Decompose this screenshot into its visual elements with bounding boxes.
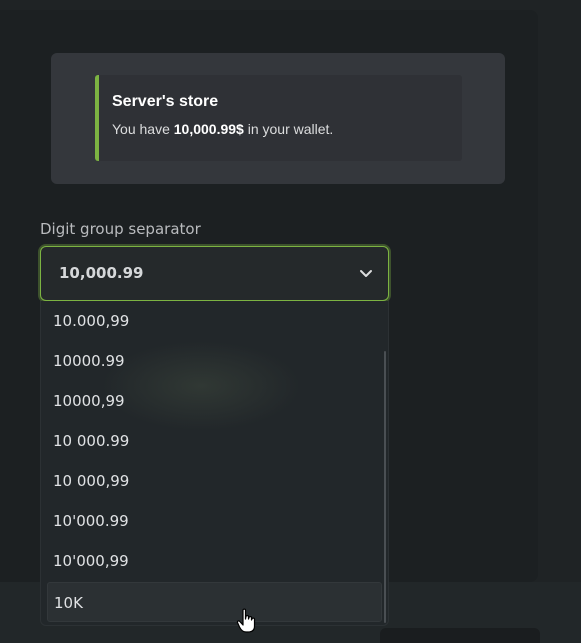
separator-select[interactable]: 10,000.99 [40,246,389,301]
embed-description: You have 10,000.99$ in your wallet. [112,121,448,137]
embed-card: Server's store You have 10,000.99$ in yo… [95,75,462,161]
pointer-hand-icon [236,608,256,633]
option-0[interactable]: 10.000,99 [41,301,381,341]
option-2[interactable]: 10000,99 [41,381,381,421]
wallet-amount: 10,000.99$ [173,121,244,137]
embed-title: Server's store [112,93,219,110]
option-6[interactable]: 10'000,99 [41,541,381,581]
option-5[interactable]: 10'000.99 [41,501,381,541]
footer-card [380,628,540,643]
option-4[interactable]: 10 000,99 [41,461,381,501]
embed-desc-suffix: in your wallet. [243,121,334,137]
separator-options-menu[interactable]: 10.000,99 10000.99 10000,99 10 000.99 10… [40,301,389,626]
option-7[interactable]: 10K [47,582,382,622]
menu-scrollbar[interactable] [384,351,386,623]
option-1[interactable]: 10000.99 [41,341,381,381]
separator-field-label: Digit group separator [40,220,201,238]
selected-value: 10,000.99 [59,264,144,282]
chevron-down-icon[interactable] [358,265,374,281]
embed-desc-prefix: You have [112,121,174,137]
option-3[interactable]: 10 000.99 [41,421,381,461]
